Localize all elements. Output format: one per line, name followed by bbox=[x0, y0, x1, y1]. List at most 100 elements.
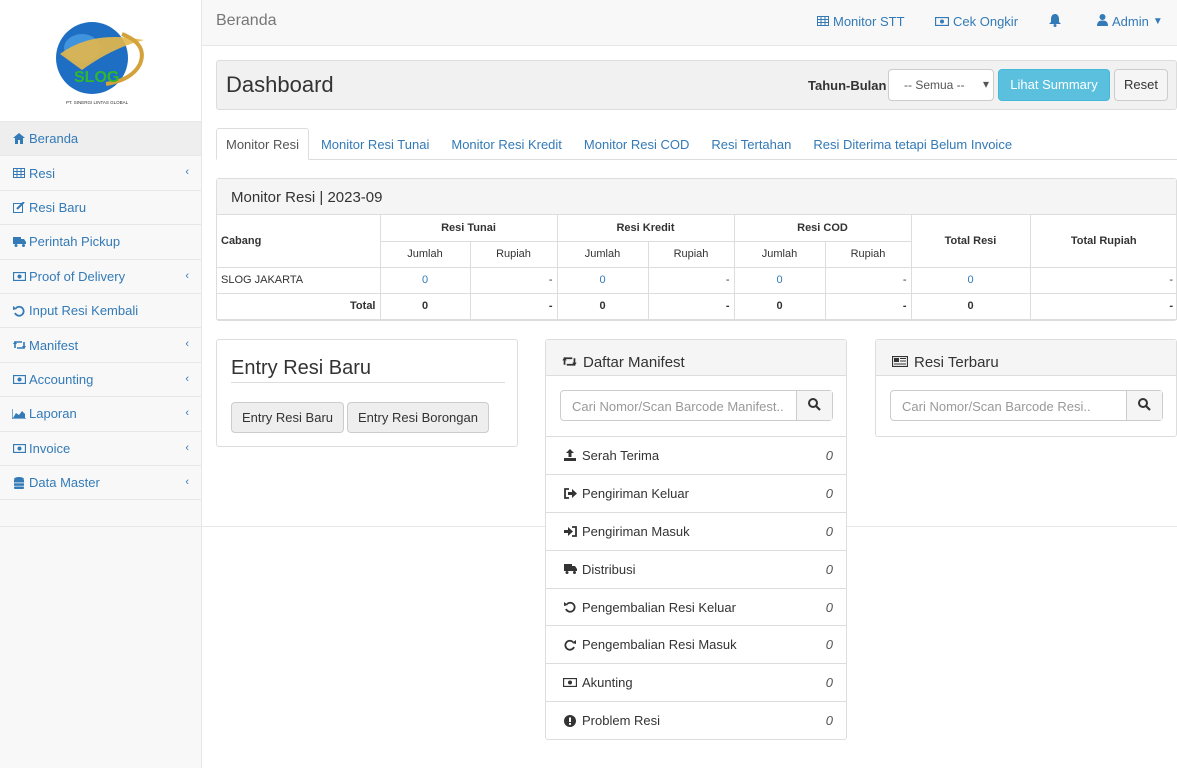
tab-monitor-resi-cod[interactable]: Monitor Resi COD bbox=[574, 128, 699, 160]
monitor-period: 2023-09 bbox=[327, 189, 383, 206]
tab-resi-tertahan[interactable]: Resi Tertahan bbox=[701, 128, 801, 160]
cell: - bbox=[647, 292, 735, 320]
manifest-item-count: 0 bbox=[825, 637, 833, 653]
tab-monitor-resi-kredit[interactable]: Monitor Resi Kredit bbox=[441, 128, 572, 160]
sidebar-item-label: Resi Baru bbox=[29, 199, 87, 215]
manifest-item-label: Pengiriman Keluar bbox=[582, 485, 689, 501]
sidebar-item-accounting[interactable]: Accounting ‹ bbox=[0, 363, 201, 398]
cell: - bbox=[1029, 292, 1177, 320]
total-resi-link[interactable]: 0 bbox=[967, 274, 973, 286]
total-row: Total 0 - 0 - 0 - 0 - bbox=[217, 292, 1177, 320]
sidebar-item-input-resi-kembali[interactable]: Input Resi Kembali bbox=[0, 294, 201, 329]
entry-resi-borongan-button[interactable]: Entry Resi Borongan bbox=[347, 402, 489, 433]
home-icon bbox=[11, 132, 27, 145]
sidebar-item-label: Beranda bbox=[29, 131, 79, 147]
cell: - bbox=[469, 292, 558, 320]
sidebar-item-data-master[interactable]: Data Master ‹ bbox=[0, 466, 201, 501]
cell-link[interactable]: 0 bbox=[379, 266, 471, 294]
manifest-search-input[interactable]: Cari Nomor/Scan Barcode Manifest.. bbox=[560, 390, 833, 421]
manifest-item-count: 0 bbox=[825, 713, 833, 729]
tab-resi-belum-invoice[interactable]: Resi Diterima tetapi Belum Invoice bbox=[803, 128, 1022, 160]
manifest-item-serah-terima[interactable]: Serah Terima 0 bbox=[546, 436, 846, 474]
cell: 0 bbox=[379, 292, 471, 320]
area-chart-icon bbox=[11, 407, 27, 420]
search-placeholder: Cari Nomor/Scan Barcode Manifest.. bbox=[572, 399, 784, 414]
manifest-item-count: 0 bbox=[825, 599, 833, 615]
panel-heading: Resi Terbaru bbox=[876, 340, 1176, 376]
col-rupiah: Rupiah bbox=[824, 240, 912, 268]
tahun-bulan-select[interactable]: -- Semua -- bbox=[888, 69, 994, 101]
truck-icon bbox=[11, 235, 27, 248]
col-resi-cod: Resi COD bbox=[733, 215, 912, 242]
redo-icon bbox=[563, 639, 577, 651]
monitor-stt-link[interactable]: Monitor STT bbox=[817, 14, 905, 29]
cell-cabang: SLOG JAKARTA bbox=[217, 266, 381, 294]
manifest-item-label: Serah Terima bbox=[582, 447, 660, 463]
sidebar-item-resi[interactable]: Resi ‹ bbox=[0, 156, 201, 191]
breadcrumb: Beranda bbox=[216, 12, 277, 29]
cell: - bbox=[824, 292, 912, 320]
cell: - bbox=[469, 266, 558, 294]
sidebar-item-label: Perintah Pickup bbox=[29, 234, 121, 250]
entry-resi-baru-button[interactable]: Entry Resi Baru bbox=[231, 402, 344, 433]
manifest-item-akunting[interactable]: Akunting 0 bbox=[546, 663, 846, 701]
lihat-summary-button[interactable]: Lihat Summary bbox=[998, 69, 1110, 101]
tab-monitor-resi-tunai[interactable]: Monitor Resi Tunai bbox=[311, 128, 439, 160]
money-icon bbox=[11, 442, 27, 455]
money-icon bbox=[11, 373, 27, 386]
manifest-item-pengembalian-keluar[interactable]: Pengembalian Resi Keluar 0 bbox=[546, 587, 846, 626]
cell-link[interactable]: 0 bbox=[556, 266, 649, 294]
sidebar-item-beranda[interactable]: Beranda bbox=[0, 122, 201, 157]
sidebar-item-proof-of-delivery[interactable]: Proof of Delivery ‹ bbox=[0, 260, 201, 294]
sidebar-item-perintah-pickup[interactable]: Perintah Pickup bbox=[0, 225, 201, 260]
manifest-item-pengiriman-keluar[interactable]: Pengiriman Keluar 0 bbox=[546, 473, 846, 512]
truck-icon bbox=[563, 564, 577, 575]
sign-out-icon bbox=[563, 487, 577, 499]
sidebar-item-label: Laporan bbox=[29, 406, 77, 422]
reset-button[interactable]: Reset bbox=[1114, 69, 1168, 101]
manifest-list: Serah Terima 0 Pengiriman Keluar 0 Pengiri… bbox=[546, 436, 846, 739]
cek-ongkir-link[interactable]: Cek Ongkir bbox=[934, 14, 1018, 29]
manifest-item-count: 0 bbox=[825, 447, 833, 463]
search-icon bbox=[1138, 397, 1151, 414]
col-total-rupiah: Total Rupiah bbox=[1029, 215, 1177, 268]
manifest-title: Daftar Manifest bbox=[583, 353, 685, 371]
user-menu[interactable]: Admin ▼ bbox=[1097, 14, 1163, 29]
sidebar-item-manifest[interactable]: Manifest ‹ bbox=[0, 328, 201, 363]
chevron-left-icon: ‹ bbox=[185, 269, 189, 282]
sidebar-item-resi-baru[interactable]: Resi Baru bbox=[0, 191, 201, 226]
chevron-left-icon: ‹ bbox=[185, 372, 189, 385]
tunai-jumlah-link[interactable]: 0 bbox=[422, 274, 428, 286]
resi-terbaru-panel: Resi Terbaru Cari Nomor/Scan Barcode Res… bbox=[875, 339, 1177, 437]
manifest-item-distribusi[interactable]: Distribusi 0 bbox=[546, 549, 846, 588]
upload-icon bbox=[563, 449, 577, 462]
manifest-item-problem-resi[interactable]: Problem Resi 0 bbox=[546, 701, 846, 739]
monitor-title: Monitor Resi bbox=[231, 189, 316, 206]
tahun-bulan-value: -- Semua -- bbox=[904, 78, 965, 92]
cell-link[interactable]: 0 bbox=[733, 266, 826, 294]
entry-title: Entry Resi Baru bbox=[231, 357, 372, 379]
retweet-icon bbox=[11, 339, 27, 352]
svg-text:PT. SINERGI LINTAS GLOBAL: PT. SINERGI LINTAS GLOBAL bbox=[66, 100, 129, 105]
notifications-bell-icon[interactable] bbox=[1049, 14, 1061, 27]
kredit-jumlah-link[interactable]: 0 bbox=[599, 274, 605, 286]
manifest-item-count: 0 bbox=[825, 675, 833, 691]
sidebar-item-label: Data Master bbox=[29, 475, 100, 491]
retweet-icon bbox=[562, 354, 577, 371]
sidebar-item-invoice[interactable]: Invoice ‹ bbox=[0, 432, 201, 466]
sidebar-item-laporan[interactable]: Laporan ‹ bbox=[0, 397, 201, 432]
cell-link[interactable]: 0 bbox=[910, 266, 1031, 294]
money-icon bbox=[563, 678, 577, 688]
caret-down-icon: ▼ bbox=[1152, 16, 1163, 27]
manifest-item-pengiriman-masuk[interactable]: Pengiriman Masuk 0 bbox=[546, 511, 846, 550]
cell: 0 bbox=[556, 292, 649, 320]
cod-jumlah-link[interactable]: 0 bbox=[776, 274, 782, 286]
search-button[interactable] bbox=[796, 391, 832, 420]
search-button[interactable] bbox=[1126, 391, 1162, 420]
manifest-item-pengembalian-masuk[interactable]: Pengembalian Resi Masuk 0 bbox=[546, 625, 846, 663]
chevron-left-icon: ‹ bbox=[185, 166, 189, 179]
company-logo[interactable]: SLOG PT. SINERGI LINTAS GLOBAL bbox=[0, 0, 201, 122]
resi-search-input[interactable]: Cari Nomor/Scan Barcode Resi.. bbox=[890, 390, 1163, 421]
tab-monitor-resi[interactable]: Monitor Resi bbox=[216, 128, 309, 160]
sidebar-nav: Beranda Resi ‹ Resi Baru Perintah Pickup … bbox=[0, 122, 201, 501]
